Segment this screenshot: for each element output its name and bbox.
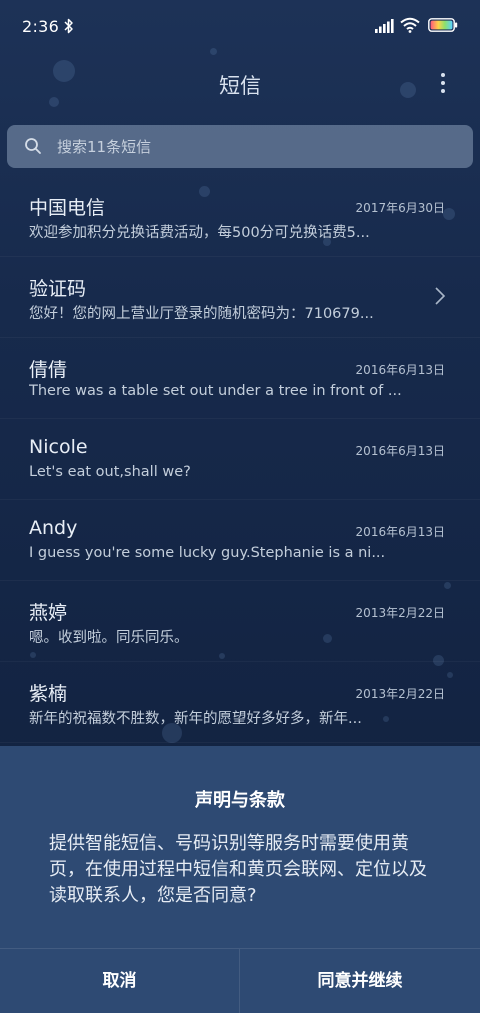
- message-item[interactable]: 燕婷 2013年2月22日 嗯。收到啦。同乐同乐。: [0, 581, 480, 662]
- terms-dialog: 声明与条款 提供智能短信、号码识别等服务时需要使用黄页，在使用过程中短信和黄页会…: [0, 746, 480, 1013]
- message-sender: 倩倩: [29, 359, 68, 381]
- signal-icon: [375, 19, 394, 33]
- message-sender: Nicole: [29, 436, 88, 458]
- message-date: 2016年6月13日: [355, 444, 445, 458]
- search-placeholder: 搜索11条短信: [57, 138, 152, 156]
- agree-continue-button[interactable]: 同意并继续: [240, 949, 480, 1013]
- message-sender: 燕婷: [29, 602, 68, 624]
- message-preview: There was a table set out under a tree i…: [29, 383, 402, 399]
- message-date: 2017年6月30日: [355, 201, 445, 215]
- message-sender: 紫楠: [29, 683, 68, 705]
- wifi-icon: [400, 17, 420, 33]
- message-item[interactable]: Andy 2016年6月13日 I guess you're some luck…: [0, 500, 480, 581]
- battery-icon: [428, 18, 458, 32]
- dialog-body: 提供智能短信、号码识别等服务时需要使用黄页，在使用过程中短信和黄页会联网、定位以…: [49, 833, 427, 906]
- page-title: 短信: [219, 74, 261, 98]
- message-item[interactable]: 中国电信 2017年6月30日 欢迎参加积分兑换话费活动，每500分可兑换话费5…: [0, 176, 480, 257]
- messages-screen: 2:36 短信 搜索11条短信 中国电信 2017年6月30日 欢迎参加积分兑换…: [0, 0, 480, 1013]
- message-date: 2016年6月13日: [355, 363, 445, 377]
- message-sender: Andy: [29, 517, 78, 539]
- message-item[interactable]: 紫楠 2013年2月22日 新年的祝福数不胜数，新年的愿望好多好多，新年...: [0, 662, 480, 743]
- message-preview: 欢迎参加积分兑换话费活动，每500分可兑换话费5...: [29, 225, 370, 241]
- message-sender: 验证码: [29, 278, 87, 300]
- message-item[interactable]: 倩倩 2016年6月13日 There was a table set out …: [0, 338, 480, 419]
- more-vertical-icon[interactable]: [432, 70, 454, 98]
- status-time: 2:36: [22, 17, 60, 36]
- message-preview: I guess you're some lucky guy.Stephanie …: [29, 545, 386, 561]
- message-preview: 嗯。收到啦。同乐同乐。: [29, 630, 189, 646]
- message-list: 中国电信 2017年6月30日 欢迎参加积分兑换话费活动，每500分可兑换话费5…: [0, 176, 480, 743]
- message-date: 2013年2月22日: [355, 687, 445, 701]
- search-input[interactable]: 搜索11条短信: [7, 125, 473, 168]
- message-item[interactable]: 验证码 您好！您的网上营业厅登录的随机密码为：710679...: [0, 257, 480, 338]
- message-item[interactable]: Nicole 2016年6月13日 Let's eat out,shall we…: [0, 419, 480, 500]
- message-date: 2016年6月13日: [355, 525, 445, 539]
- chevron-right-icon: [435, 287, 446, 305]
- message-preview: 新年的祝福数不胜数，新年的愿望好多好多，新年...: [29, 711, 362, 727]
- dialog-title: 声明与条款: [195, 790, 285, 811]
- message-preview: 您好！您的网上营业厅登录的随机密码为：710679...: [29, 306, 374, 322]
- message-date: 2013年2月22日: [355, 606, 445, 620]
- cancel-button[interactable]: 取消: [0, 949, 240, 1013]
- message-sender: 中国电信: [29, 197, 106, 219]
- bluetooth-icon: [64, 18, 73, 34]
- search-icon: [25, 138, 41, 154]
- message-preview: Let's eat out,shall we?: [29, 464, 191, 480]
- dialog-actions: 取消 同意并继续: [0, 948, 480, 1013]
- status-bar: 2:36: [0, 0, 480, 52]
